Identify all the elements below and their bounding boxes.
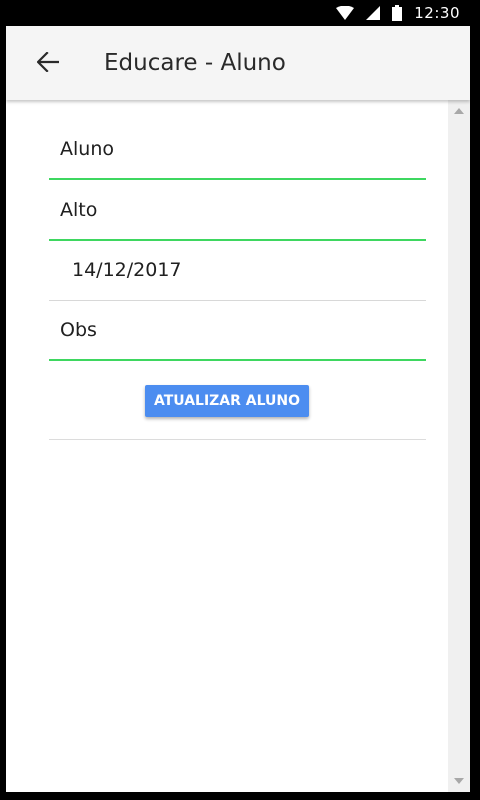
obs-field-value: Obs — [60, 319, 97, 341]
arrow-back-icon — [36, 50, 60, 77]
signal-icon — [366, 6, 381, 20]
scroll-down-arrow-icon[interactable] — [454, 778, 464, 784]
height-field[interactable]: Alto — [49, 181, 426, 241]
height-field-value: Alto — [60, 199, 98, 221]
status-bar: 12:30 — [0, 0, 480, 26]
back-button[interactable] — [30, 46, 66, 82]
obs-field[interactable]: Obs — [49, 301, 426, 361]
page-title: Educare - Aluno — [104, 50, 286, 76]
form-content: Aluno Alto 14/12/2017 Obs ATUALIZAR ALUN… — [6, 100, 448, 792]
phone-screen: 12:30 Educare - Aluno Aluno Alto 14/12/2… — [0, 0, 480, 800]
name-field[interactable]: Aluno — [49, 120, 426, 180]
status-time: 12:30 — [414, 4, 460, 22]
date-field[interactable]: 14/12/2017 — [49, 241, 426, 301]
update-student-button[interactable]: ATUALIZAR ALUNO — [145, 385, 309, 417]
toolbar: Educare - Aluno — [6, 26, 470, 100]
date-field-value: 14/12/2017 — [72, 259, 182, 281]
obs-field-underline — [49, 359, 426, 361]
scroll-up-arrow-icon[interactable] — [454, 108, 464, 114]
divider — [49, 439, 426, 440]
app-window: Educare - Aluno Aluno Alto 14/12/2017 Ob… — [6, 26, 470, 792]
status-icons: 12:30 — [336, 0, 460, 26]
name-field-value: Aluno — [60, 138, 114, 160]
battery-icon — [392, 5, 403, 21]
name-field-underline — [49, 178, 426, 180]
wifi-icon — [336, 6, 355, 20]
scrollbar[interactable] — [448, 100, 470, 792]
